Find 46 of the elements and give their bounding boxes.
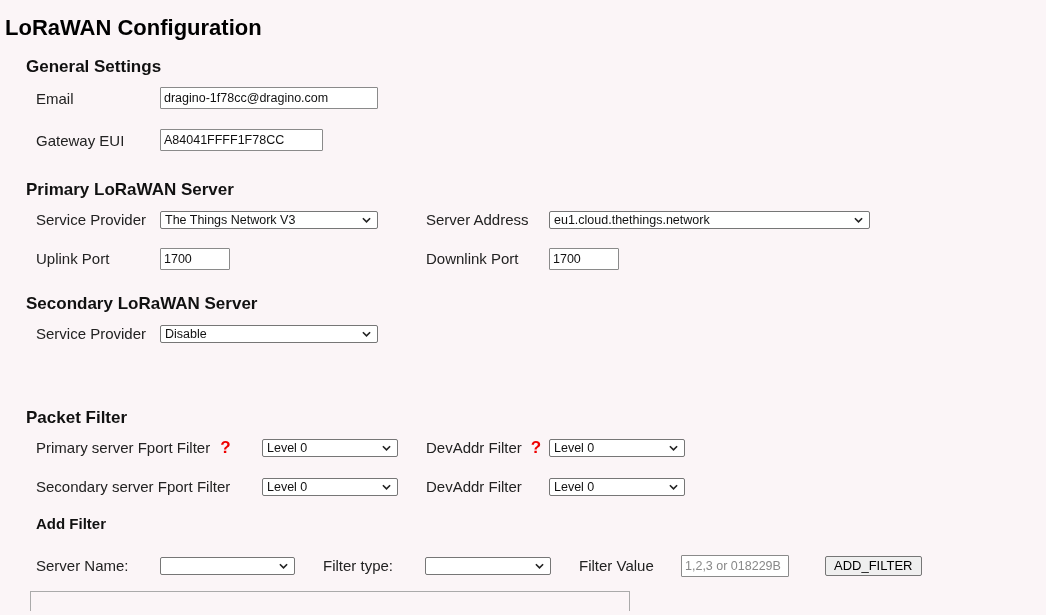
chevron-down-icon: [362, 330, 371, 337]
dropdown[interactable]: Level 0: [549, 477, 685, 496]
input-field[interactable]: A84041FFFF1F78CC: [160, 129, 323, 151]
section-heading: Packet Filter: [26, 408, 129, 428]
dropdown[interactable]: eu1.cloud.thethings.network: [549, 210, 870, 229]
field-label: DevAddr Filter: [426, 439, 522, 456]
input-field[interactable]: 1,2,3 or 018229B: [681, 554, 789, 577]
input-field[interactable]: 1700: [549, 247, 619, 270]
field-label: Server Address: [426, 211, 529, 228]
chevron-down-icon: [669, 483, 678, 490]
field-label: DevAddr Filter: [426, 478, 522, 495]
chevron-down-icon: [382, 444, 391, 451]
page-title: LoRaWAN Configuration: [5, 14, 263, 41]
chevron-down-icon: [382, 483, 391, 490]
dropdown[interactable]: Disable: [160, 324, 378, 343]
dropdown[interactable]: [160, 556, 295, 575]
field-label: Service Provider: [36, 325, 147, 342]
section-heading: General Settings: [26, 57, 163, 77]
field-label: Secondary server Fport Filter: [36, 478, 231, 495]
dropdown[interactable]: Level 0: [549, 438, 685, 457]
field-label: Gateway EUI: [36, 131, 125, 149]
dropdown[interactable]: [425, 556, 551, 575]
chevron-down-icon: [669, 444, 678, 451]
help-icon[interactable]: ?: [220, 437, 231, 458]
chevron-down-icon: [279, 562, 288, 569]
input-field[interactable]: 1700: [160, 247, 230, 270]
chevron-down-icon: [535, 562, 544, 569]
dropdown[interactable]: The Things Network V3: [160, 210, 378, 229]
dropdown[interactable]: Level 0: [262, 477, 398, 496]
field-label: Uplink Port: [36, 250, 110, 267]
dropdown[interactable]: Level 0: [262, 438, 398, 457]
field-label: Primary server Fport Filter: [36, 439, 211, 456]
section-heading: Primary LoRaWAN Server: [26, 180, 235, 200]
subsection-heading: Add Filter: [36, 515, 107, 532]
chevron-down-icon: [362, 216, 371, 223]
field-label: Filter type:: [323, 557, 394, 574]
field-label: Filter Value: [579, 557, 654, 574]
input-field[interactable]: dragino-1f78cc@dragino.com: [160, 87, 378, 109]
section-heading: Secondary LoRaWAN Server: [26, 294, 259, 314]
help-icon[interactable]: ?: [530, 437, 542, 458]
field-label: Service Provider: [36, 211, 147, 228]
field-label: Downlink Port: [426, 250, 519, 267]
field-label: Server Name:: [36, 557, 129, 574]
add-filter-button[interactable]: ADD_FILTER: [825, 555, 922, 576]
field-label: Email: [36, 89, 74, 107]
chevron-down-icon: [854, 216, 863, 223]
